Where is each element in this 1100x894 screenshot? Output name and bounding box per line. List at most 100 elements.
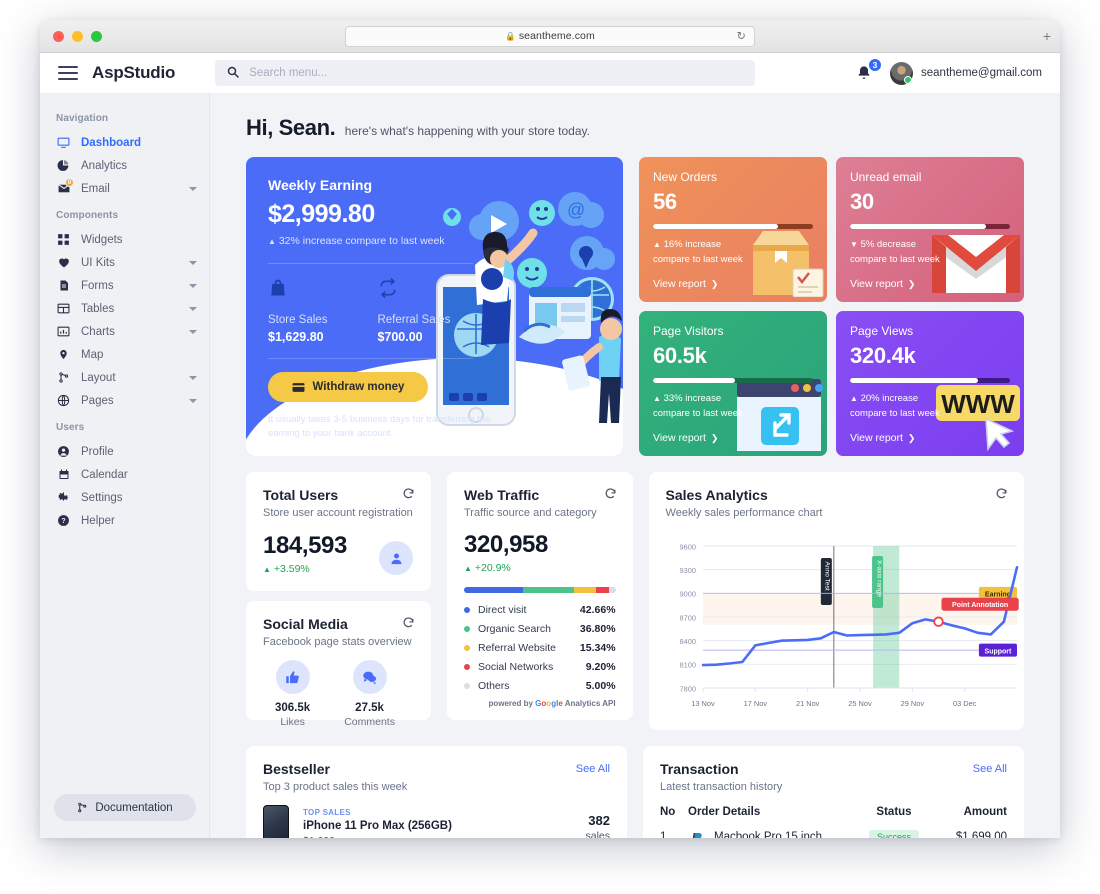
stat-card-change-period: compare to last week	[653, 407, 743, 419]
web-traffic-change-text: +20.9%	[474, 562, 511, 574]
sidebar-item-ui-kits[interactable]: UI Kits	[40, 251, 209, 274]
divider	[268, 358, 473, 359]
address-bar[interactable]: 🔒 seantheme.com ↻	[345, 25, 755, 47]
chevron-down-icon[interactable]	[189, 306, 197, 311]
sidebar-item-label: Dashboard	[81, 136, 142, 149]
stat-card-unread-email: Unread email 30 ▼ 5% decrease compare to la…	[836, 157, 1024, 302]
chevron-down-icon[interactable]	[189, 329, 197, 334]
store-sales-value: $1,629.80	[268, 330, 324, 344]
chevron-down-icon[interactable]	[189, 186, 197, 191]
brand-logo[interactable]: AspStudio	[92, 63, 175, 83]
y-axis-tick-label: 8400	[679, 637, 695, 646]
attribution-suffix: Analytics API	[564, 699, 616, 708]
sidebar-item-label: Charts	[81, 325, 115, 338]
app-viewport: AspStudio 3 seantheme@gm	[40, 53, 1060, 838]
lock-icon: 🔒	[505, 30, 516, 41]
bestseller-subtitle: Top 3 product sales this week	[263, 781, 408, 793]
chevron-down-icon[interactable]	[189, 260, 197, 265]
globe-icon	[56, 394, 71, 407]
withdraw-money-button[interactable]: Withdraw money	[268, 372, 428, 402]
credit-card-icon	[292, 382, 305, 392]
view-report-link[interactable]: View report ❯	[850, 432, 915, 444]
sidebar-item-profile[interactable]: Profile	[40, 440, 209, 463]
chevron-down-icon[interactable]	[189, 398, 197, 403]
sidebar-item-label: Pages	[81, 394, 114, 407]
traffic-source-row: Others 5.00%	[464, 680, 616, 692]
social-stat-value: 27.5k	[355, 702, 384, 714]
sidebar-item-layout[interactable]: Layout	[40, 366, 209, 389]
chevron-right-icon: ❯	[907, 278, 916, 289]
hamburger-icon[interactable]	[58, 66, 78, 80]
weekly-change-text: 32% increase compare to last week	[278, 235, 445, 247]
search-input[interactable]	[249, 67, 744, 79]
traffic-source-row: Organic Search 36.80%	[464, 623, 616, 635]
chevron-down-icon[interactable]	[189, 375, 197, 380]
form-icon	[56, 279, 71, 292]
minimize-window-button[interactable]	[72, 30, 83, 42]
view-report-label: View report	[850, 432, 903, 444]
sidebar-item-charts[interactable]: Charts	[40, 320, 209, 343]
sidebar-item-email[interactable]: 0 Email	[40, 177, 209, 200]
weekly-earning-change: ▲ 32% increase compare to last week	[268, 235, 601, 247]
y-axis-tick-label: 9000	[679, 590, 695, 599]
product-price: $1,099	[303, 835, 452, 839]
stat-card-value: 56	[653, 189, 677, 214]
traffic-source-percent: 36.80%	[579, 623, 616, 635]
chevron-down-icon[interactable]	[189, 283, 197, 288]
envelope-icon: 0	[56, 178, 74, 195]
reload-icon[interactable]: ↻	[737, 30, 746, 43]
attribution-prefix: powered by	[488, 699, 533, 708]
maximize-window-button[interactable]	[91, 30, 102, 42]
documentation-button[interactable]: Documentation	[54, 794, 196, 821]
new-tab-button[interactable]: +	[1043, 29, 1051, 43]
stat-card-progress	[850, 378, 1010, 383]
search-box[interactable]	[215, 60, 756, 86]
bar-chart-icon	[56, 325, 71, 338]
refresh-icon[interactable]	[402, 487, 415, 500]
order-name: Macbook Pro 15 inch	[714, 831, 823, 838]
chevron-right-icon: ❯	[710, 432, 719, 443]
social-stat-label: Comments	[344, 716, 395, 728]
view-report-link[interactable]: View report ❯	[850, 278, 915, 290]
window-controls[interactable]	[53, 30, 102, 42]
sidebar-item-dashboard[interactable]: Dashboard	[40, 131, 209, 154]
view-report-link[interactable]: View report ❯	[653, 432, 718, 444]
bestseller-see-all-link[interactable]: See All	[576, 763, 610, 775]
user-menu[interactable]: seantheme@gmail.com	[890, 61, 1042, 85]
stat-card-title: New Orders	[653, 170, 718, 184]
thumbs-up-icon	[275, 660, 310, 694]
y-axis-tick-label: 7800	[679, 684, 695, 693]
total-users-title: Total Users	[263, 487, 339, 503]
view-report-link[interactable]: View report ❯	[653, 278, 718, 290]
sidebar-item-tables[interactable]: Tables	[40, 297, 209, 320]
refresh-icon[interactable]	[402, 616, 415, 629]
view-report-label: View report	[653, 278, 706, 290]
sidebar-item-settings[interactable]: Settings	[40, 486, 209, 509]
sidebar-item-widgets[interactable]: Widgets	[40, 228, 209, 251]
social-stat-label: Likes	[280, 716, 305, 728]
notifications-button[interactable]: 3	[856, 58, 883, 83]
browser-window: 🔒 seantheme.com ↻ + AspStudio Search men…	[40, 20, 1060, 838]
bestseller-item[interactable]: TOP SALES iPhone 11 Pro Max (256GB) $1,099…	[263, 805, 610, 838]
stat-card-progress	[653, 378, 813, 383]
x-axis-tick-label: 17 Nov	[743, 699, 767, 708]
referral-sales-stat: Referral Sales $700.00	[377, 278, 450, 344]
y-axis-tick-label: 8100	[679, 661, 695, 670]
close-window-button[interactable]	[53, 30, 64, 42]
sidebar-item-forms[interactable]: Forms	[40, 274, 209, 297]
sidebar-item-pages[interactable]: Pages	[40, 389, 209, 412]
refresh-icon[interactable]	[604, 487, 617, 500]
table-icon	[56, 302, 71, 315]
sidebar-item-helper[interactable]: ? Helper	[40, 509, 209, 532]
y-axis-tick-label: 9300	[679, 566, 695, 575]
sidebar-item-analytics[interactable]: Analytics	[40, 154, 209, 177]
branch-icon	[78, 802, 87, 813]
refresh-icon[interactable]	[995, 487, 1008, 500]
sales-line-chart[interactable]: 7800 8100 8400 8700 9000 9300 9600 X-axis range…	[657, 534, 1025, 724]
sidebar-item-map[interactable]: Map	[40, 343, 209, 366]
sidebar-item-label: UI Kits	[81, 256, 115, 269]
table-row[interactable]: 1. Macbook Pro 15 inch Success $1,699.00	[660, 829, 1007, 838]
annotation-point-marker[interactable]	[932, 616, 944, 627]
sidebar-item-calendar[interactable]: Calendar	[40, 463, 209, 486]
transaction-see-all-link[interactable]: See All	[973, 763, 1007, 775]
